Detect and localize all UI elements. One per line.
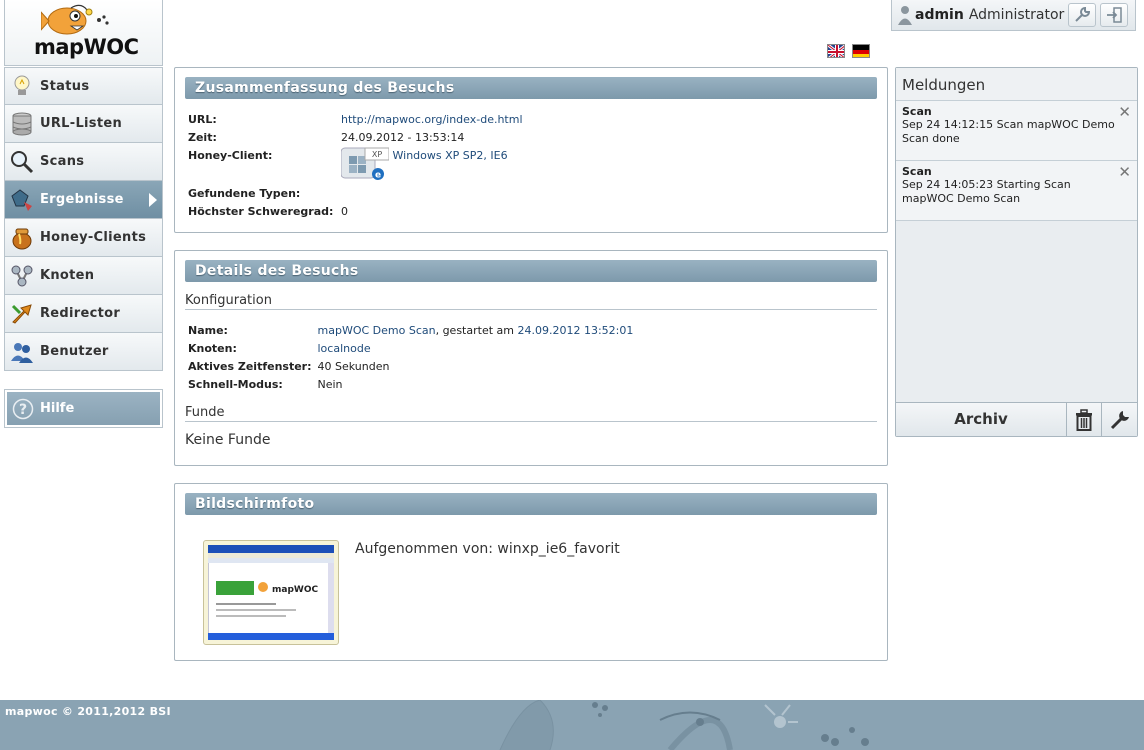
sidebar-nav: Status URL-Listen Scans Ergebnisse Honey…: [4, 67, 163, 371]
flag-uk-icon[interactable]: [827, 44, 845, 58]
screenshot-thumbnail[interactable]: mapWOC: [203, 540, 339, 645]
fast-mode-label: Schnell-Modus:: [188, 378, 283, 391]
honey-client-label: Honey-Client:: [188, 149, 273, 162]
page-footer: mapwoc © 2011,2012 BSI: [0, 700, 1144, 750]
app-logo[interactable]: mapWOC: [4, 0, 163, 66]
results-icon: [10, 188, 34, 212]
fish-watermark-icon: [499, 700, 869, 750]
nav-item-scans[interactable]: Scans: [4, 143, 163, 181]
users-icon: [10, 340, 34, 364]
nav-item-label: Benutzer: [40, 344, 109, 359]
help-label: Hilfe: [40, 401, 75, 416]
messages-panel: Meldungen Scan Sep 24 14:12:15 Scan mapW…: [895, 67, 1138, 437]
config-heading: Konfiguration: [185, 293, 877, 310]
message-title: Scan: [902, 105, 932, 118]
honeypot-icon: [10, 226, 34, 250]
trash-icon: [1076, 408, 1092, 431]
active-arrow-icon: [149, 193, 157, 207]
screenshot-title: Bildschirmfoto: [185, 493, 877, 515]
user-bar: admin Administrator: [891, 0, 1136, 31]
nav-item-redirector[interactable]: Redirector: [4, 295, 163, 333]
findings-value: Keine Funde: [185, 432, 271, 448]
findings-heading: Funde: [185, 405, 877, 422]
node-label: Knoten:: [188, 342, 237, 355]
url-label: URL:: [188, 113, 217, 126]
delete-messages-button[interactable]: [1067, 403, 1102, 436]
summary-panel: Zusammenfassung des Besuchs URL: http://…: [174, 67, 888, 233]
user-role: Administrator: [968, 7, 1065, 23]
active-window-label: Aktives Zeitfenster:: [188, 360, 312, 373]
message-item: Scan Sep 24 14:12:15 Scan mapWOC Demo Sc…: [896, 101, 1137, 161]
nav-item-label: Ergebnisse: [40, 192, 124, 207]
wrench-icon: [1110, 410, 1129, 429]
user-name: admin: [915, 7, 964, 23]
close-icon[interactable]: ✕: [1118, 103, 1131, 121]
help-button[interactable]: ? Hilfe: [4, 389, 163, 428]
app-name: mapWOC: [34, 35, 139, 59]
svg-text:?: ?: [19, 402, 27, 418]
message-title: Scan: [902, 165, 932, 178]
thumb-logo-text: mapWOC: [272, 585, 318, 595]
wrench-icon: [1075, 6, 1091, 22]
found-types-value: [339, 185, 527, 203]
scan-name-link[interactable]: mapWOC Demo Scan: [318, 324, 436, 337]
nav-item-status[interactable]: Status: [4, 67, 163, 105]
nav-item-honey-clients[interactable]: Honey-Clients: [4, 219, 163, 257]
fast-mode-value: Nein: [317, 378, 343, 391]
redirect-arrows-icon: [10, 302, 34, 326]
node-link[interactable]: localnode: [318, 342, 371, 355]
found-types-label: Gefundene Typen:: [188, 187, 301, 200]
message-text: Sep 24 14:12:15 Scan mapWOC Demo Scan do…: [902, 118, 1115, 145]
screenshot-caption: Aufgenommen von: winxp_ie6_favorit: [355, 541, 620, 557]
user-icon: [898, 5, 912, 25]
summary-title: Zusammenfassung des Besuchs: [185, 77, 877, 99]
nav-item-label: Redirector: [40, 306, 121, 321]
svg-text:XP: XP: [372, 150, 382, 159]
url-link[interactable]: http://mapwoc.org/index-de.html: [341, 113, 523, 126]
nav-item-label: Knoten: [40, 268, 95, 283]
max-severity-value: 0: [341, 205, 348, 218]
nav-item-url-listen[interactable]: URL-Listen: [4, 105, 163, 143]
active-window-value: 40 Sekunden: [317, 360, 390, 373]
started-at-link[interactable]: 24.09.2012 13:52:01: [517, 324, 633, 337]
honey-client-link[interactable]: Windows XP SP2, IE6: [393, 149, 508, 162]
nav-item-ergebnisse[interactable]: Ergebnisse: [4, 181, 163, 219]
max-severity-label: Höchster Schweregrad:: [188, 205, 334, 218]
footer-copyright: mapwoc © 2011,2012 BSI: [5, 705, 171, 718]
message-text: Sep 24 14:05:23 Starting Scan mapWOC Dem…: [902, 178, 1071, 205]
time-value: 24.09.2012 - 13:53:14: [341, 131, 465, 144]
nav-item-label: Scans: [40, 154, 85, 169]
settings-button[interactable]: [1068, 3, 1097, 27]
time-label: Zeit:: [188, 131, 217, 144]
message-item: Scan Sep 24 14:05:23 Starting Scan mapWO…: [896, 161, 1137, 221]
lightbulb-icon: [10, 74, 34, 98]
logout-button[interactable]: [1100, 3, 1129, 27]
messages-footer: Archiv: [896, 402, 1137, 436]
windows-xp-icon: XP e: [340, 147, 390, 181]
help-icon: ?: [12, 398, 34, 420]
nav-item-benutzer[interactable]: Benutzer: [4, 333, 163, 371]
close-icon[interactable]: ✕: [1118, 163, 1131, 181]
nodes-icon: [10, 264, 34, 288]
details-title: Details des Besuchs: [185, 260, 877, 282]
magnifier-icon: [10, 150, 34, 174]
nav-item-label: Honey-Clients: [40, 230, 147, 245]
flag-de-icon[interactable]: [852, 44, 870, 58]
svg-text:e: e: [375, 171, 381, 181]
language-switcher: [827, 44, 870, 58]
started-text: , gestartet am: [435, 324, 518, 337]
details-panel: Details des Besuchs Konfiguration Name: …: [174, 250, 888, 466]
nav-item-label: Status: [40, 78, 90, 94]
fish-logo-icon: [41, 4, 109, 35]
archive-button[interactable]: Archiv: [896, 403, 1067, 436]
name-label: Name:: [188, 324, 228, 337]
nav-item-knoten[interactable]: Knoten: [4, 257, 163, 295]
logout-icon: [1107, 7, 1123, 23]
message-settings-button[interactable]: [1102, 403, 1137, 436]
messages-title: Meldungen: [896, 68, 1137, 101]
database-icon: [10, 112, 34, 136]
screenshot-panel: Bildschirmfoto mapWOC Aufgenommen von: w…: [174, 483, 888, 661]
nav-item-label: URL-Listen: [40, 116, 123, 131]
